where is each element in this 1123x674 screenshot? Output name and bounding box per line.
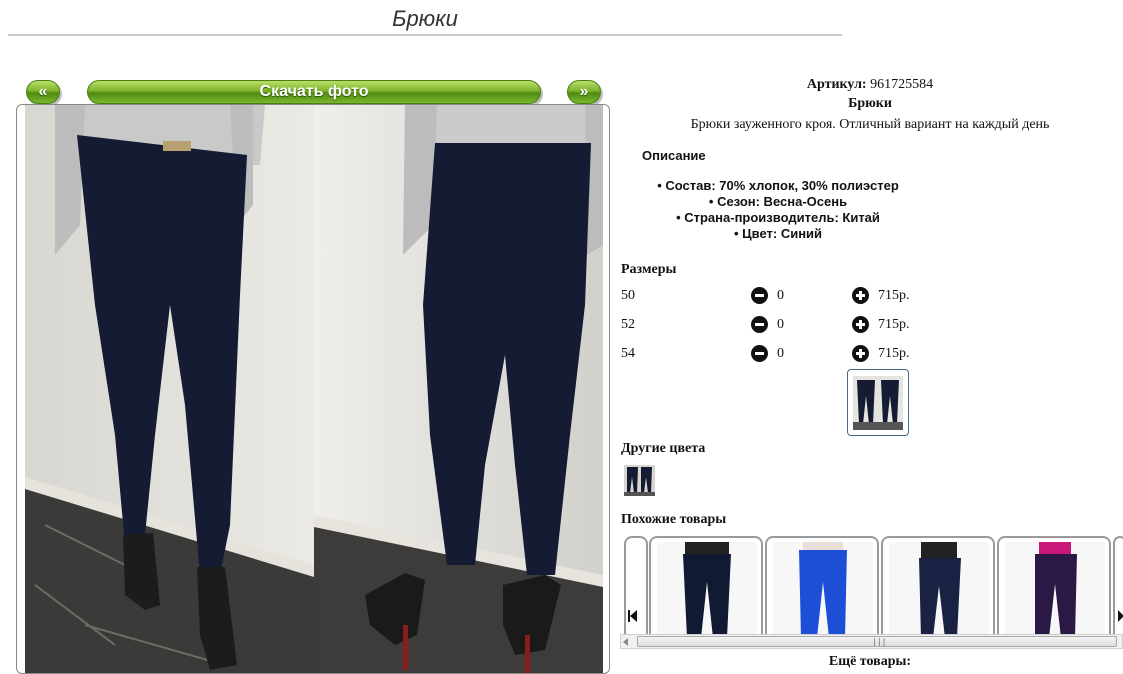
sku-line: Артикул: 961725584 xyxy=(620,76,1120,94)
carousel-scrollbar[interactable]: ||| xyxy=(620,634,1123,649)
page-title: Брюки xyxy=(8,4,842,36)
spec-item: • Состав: 70% хлопок, 30% полиэстер xyxy=(657,178,899,193)
size-row: 50 0 715р. xyxy=(621,286,921,306)
carousel-prev-icon[interactable] xyxy=(630,610,637,622)
similar-product-card[interactable] xyxy=(997,536,1111,636)
qty-value: 0 xyxy=(777,288,784,303)
qty-value: 0 xyxy=(777,317,784,332)
sku-label: Артикул: xyxy=(806,77,867,92)
qty-value: 0 xyxy=(777,346,784,361)
decrease-qty-icon[interactable] xyxy=(751,316,768,333)
decrease-qty-icon[interactable] xyxy=(751,287,768,304)
size-row: 54 0 715р. xyxy=(621,344,921,364)
similar-products-heading: Похожие товары xyxy=(621,512,727,527)
price-value: 715р. xyxy=(878,317,910,332)
similar-product-image xyxy=(657,542,757,636)
size-value: 52 xyxy=(621,317,635,332)
download-photo-button[interactable]: Скачать фото xyxy=(87,80,541,104)
size-value: 50 xyxy=(621,288,635,303)
grip-icon: ||| xyxy=(872,637,887,646)
spec-item: • Сезон: Весна-Осень xyxy=(708,194,848,209)
scrollbar-thumb[interactable]: ||| xyxy=(637,636,1117,647)
similar-products-carousel xyxy=(620,536,1123,650)
next-photo-button[interactable]: » xyxy=(567,80,601,104)
carousel-next-icon[interactable] xyxy=(1118,610,1123,622)
decrease-qty-icon[interactable] xyxy=(751,345,768,362)
more-products-heading: Ещё товары: xyxy=(828,654,912,669)
similar-product-image xyxy=(773,542,873,636)
product-short-description: Брюки зауженного кроя. Отличный вариант … xyxy=(690,117,1050,132)
price-value: 715р. xyxy=(878,288,910,303)
sizes-heading: Размеры xyxy=(621,262,677,277)
size-row: 52 0 715р. xyxy=(621,315,921,335)
product-info: Артикул: 961725584 Брюки Брюки зауженног… xyxy=(620,76,1120,136)
product-photo[interactable] xyxy=(25,105,603,674)
product-name: Брюки xyxy=(848,96,892,111)
spec-item: • Страна-производитель: Китай xyxy=(676,210,880,225)
size-value: 54 xyxy=(621,346,635,361)
similar-product-image xyxy=(889,542,989,636)
thumbnail-image xyxy=(853,376,903,430)
description-heading: Описание xyxy=(642,148,706,163)
similar-product-image xyxy=(1005,542,1105,636)
prev-photo-button[interactable]: « xyxy=(26,80,60,104)
product-photo-frame xyxy=(16,104,610,674)
selected-photo-thumbnail[interactable] xyxy=(847,369,909,436)
sku-value: 961725584 xyxy=(870,77,934,92)
similar-product-card[interactable] xyxy=(649,536,763,636)
other-colors-heading: Другие цвета xyxy=(621,441,706,456)
price-value: 715р. xyxy=(878,346,910,361)
increase-qty-icon[interactable] xyxy=(852,316,869,333)
increase-qty-icon[interactable] xyxy=(852,287,869,304)
similar-product-card[interactable] xyxy=(765,536,879,636)
spec-list: • Состав: 70% хлопок, 30% полиэстер • Се… xyxy=(620,178,936,242)
similar-product-card[interactable] xyxy=(881,536,995,636)
scroll-left-arrow-icon[interactable] xyxy=(623,638,628,646)
color-swatch[interactable] xyxy=(624,465,655,496)
spec-item: • Цвет: Синий xyxy=(733,226,823,241)
increase-qty-icon[interactable] xyxy=(852,345,869,362)
